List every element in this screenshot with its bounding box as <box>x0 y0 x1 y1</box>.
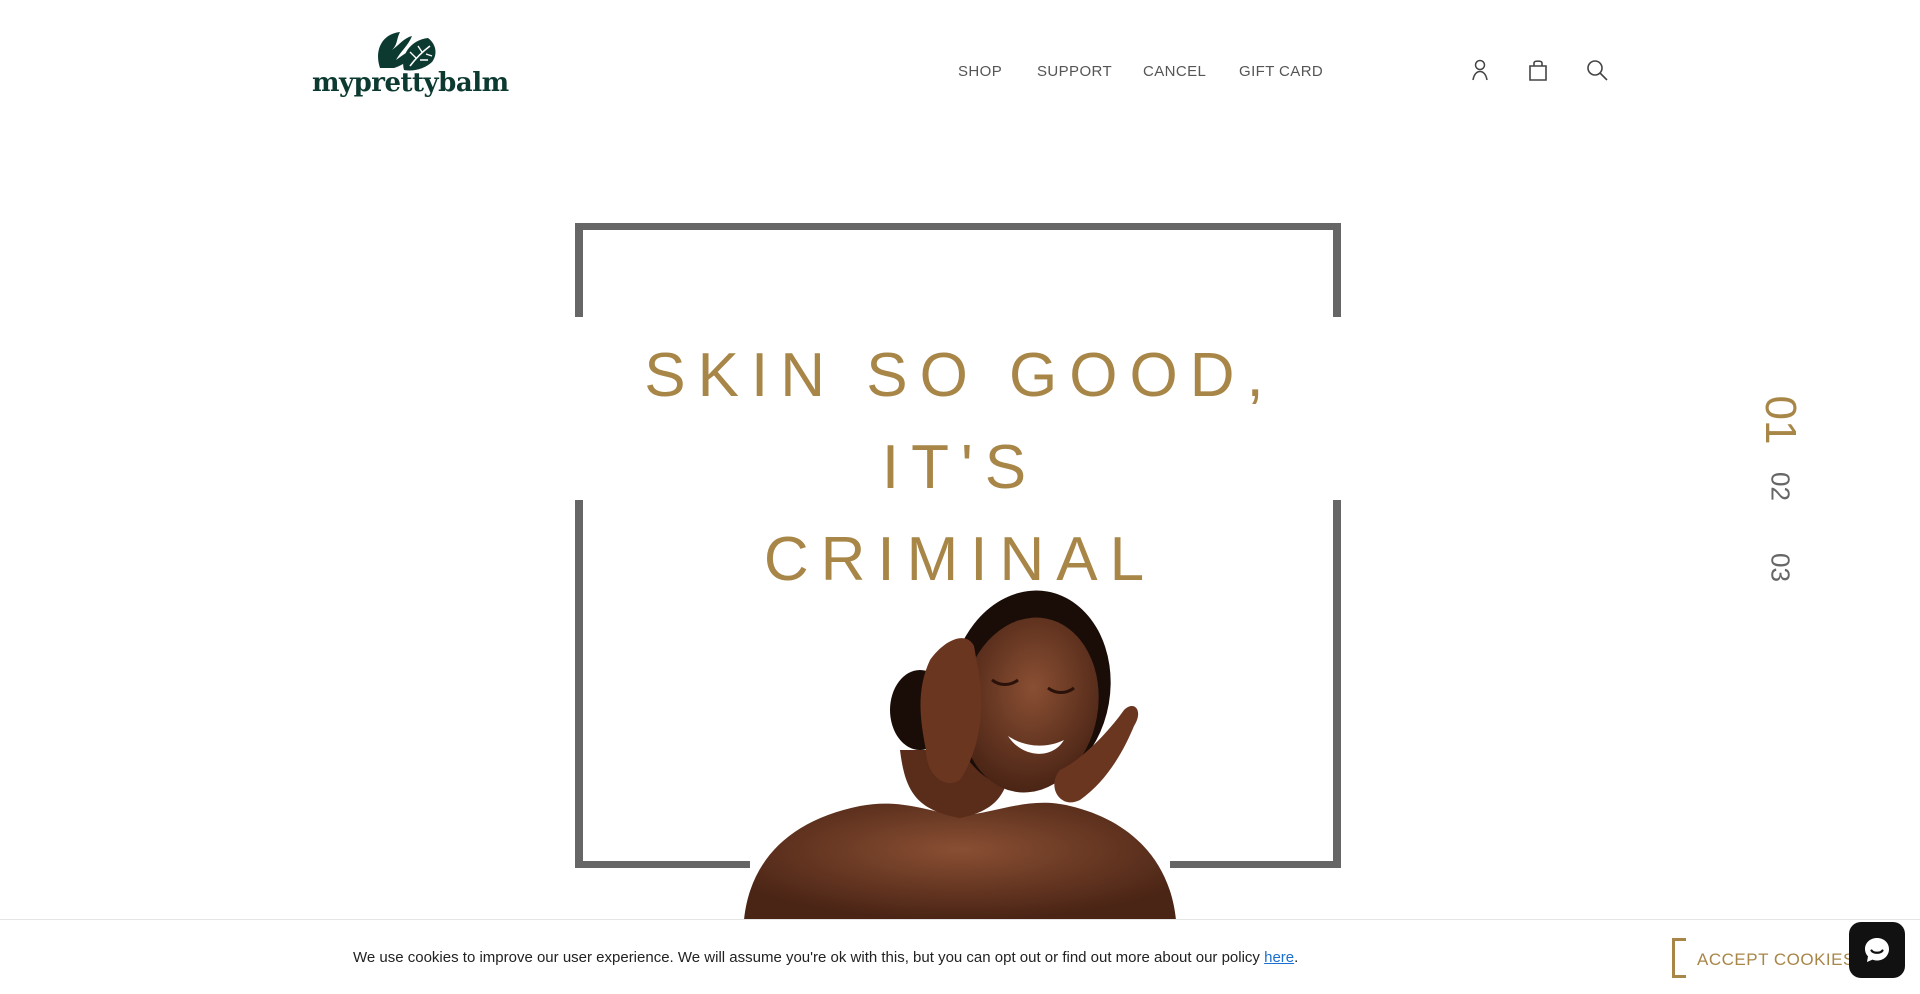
brand-name: myprettybalm <box>312 68 509 98</box>
slide-indicator-02[interactable]: 02 <box>1765 447 1796 527</box>
hero-headline-line1: SKIN SO GOOD, IT'S <box>644 341 1276 502</box>
hero-frame-bottom-right <box>1170 861 1341 868</box>
cookie-banner: We use cookies to improve our user exper… <box>0 919 1920 994</box>
accept-cookies-button[interactable]: ACCEPT COOKIES <box>1672 938 1872 978</box>
bag-icon[interactable] <box>1526 58 1550 82</box>
hero-frame-right-upper <box>1333 223 1341 317</box>
nav-shop[interactable]: SHOP <box>958 63 1002 80</box>
search-icon[interactable] <box>1585 58 1609 82</box>
hero-model-image <box>744 590 1176 920</box>
cookie-message: We use cookies to improve our user exper… <box>353 949 1298 966</box>
slide-indicator-03[interactable]: 03 <box>1765 528 1796 608</box>
brand-logo[interactable]: myprettybalm <box>312 30 509 102</box>
chat-bubble-icon <box>1865 938 1889 962</box>
cookie-message-period: . <box>1294 949 1299 966</box>
nav-support[interactable]: SUPPORT <box>1037 63 1112 80</box>
hero-frame-bottom-left <box>575 861 750 868</box>
hero-frame-left-upper <box>575 223 583 317</box>
cookie-policy-link[interactable]: here <box>1264 949 1294 966</box>
chat-button[interactable] <box>1849 922 1905 978</box>
cookie-message-text: We use cookies to improve our user exper… <box>353 949 1265 966</box>
monstera-leaf-logo-icon <box>378 32 436 71</box>
hero-frame-top <box>575 223 1341 230</box>
nav-cancel[interactable]: CANCEL <box>1143 63 1206 80</box>
nav-gift-card[interactable]: GIFT CARD <box>1239 63 1323 80</box>
account-icon[interactable] <box>1468 58 1492 82</box>
